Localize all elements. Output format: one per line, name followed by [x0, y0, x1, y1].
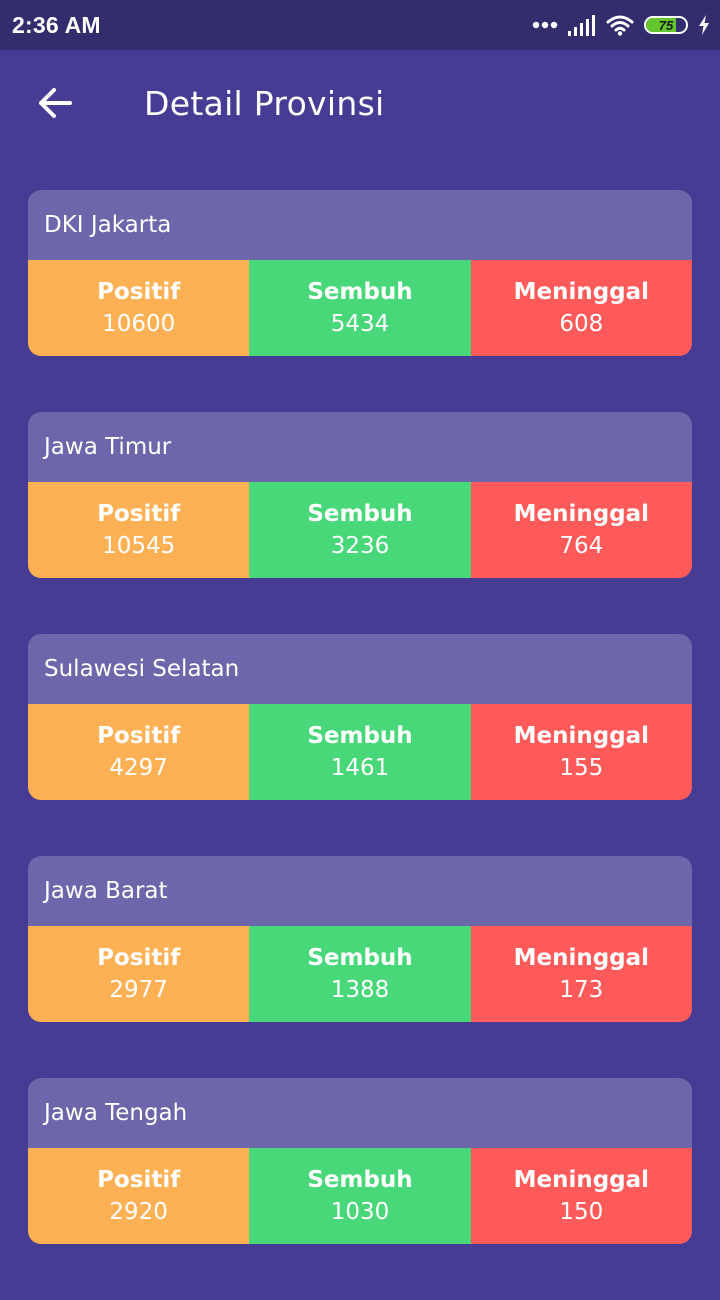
province-list: DKI Jakarta Positif 10600 Sembuh 5434 Me… — [28, 190, 692, 1300]
province-stats: Positif 4297 Sembuh 1461 Meninggal 155 — [28, 704, 692, 800]
stat-value: 155 — [559, 755, 604, 781]
page-title: Detail Provinsi — [144, 84, 385, 123]
stat-label: Meninggal — [513, 1167, 650, 1193]
province-card[interactable]: DKI Jakarta Positif 10600 Sembuh 5434 Me… — [28, 190, 692, 356]
stat-value: 5434 — [330, 311, 390, 337]
province-card[interactable]: Jawa Barat Positif 2977 Sembuh 1388 Meni… — [28, 856, 692, 1022]
stat-value: 764 — [559, 533, 604, 559]
stat-value: 1461 — [330, 755, 390, 781]
stat-value: 1030 — [330, 1199, 390, 1225]
stat-label: Positif — [97, 1167, 181, 1193]
stat-value: 1388 — [330, 977, 390, 1003]
stat-value: 3236 — [330, 533, 390, 559]
province-name: Jawa Timur — [28, 412, 692, 482]
province-name: DKI Jakarta — [28, 190, 692, 260]
stat-sembuh: Sembuh 1461 — [249, 704, 471, 800]
stat-sembuh: Sembuh 1388 — [249, 926, 471, 1022]
stat-positif: Positif 10545 — [28, 482, 250, 578]
status-icons: 75 — [532, 0, 710, 50]
dots-icon — [532, 21, 558, 29]
stat-sembuh: Sembuh 3236 — [249, 482, 471, 578]
province-name: Jawa Barat — [28, 856, 692, 926]
province-name: Sulawesi Selatan — [28, 634, 692, 704]
stat-value: 173 — [559, 977, 604, 1003]
stat-positif: Positif 2977 — [28, 926, 250, 1022]
stat-label: Positif — [97, 723, 181, 749]
province-stats: Positif 2920 Sembuh 1030 Meninggal 150 — [28, 1148, 692, 1244]
province-stats: Positif 10600 Sembuh 5434 Meninggal 608 — [28, 260, 692, 356]
stat-meninggal: Meninggal 764 — [470, 482, 692, 578]
stat-meninggal: Meninggal 608 — [470, 260, 692, 356]
stat-label: Sembuh — [307, 279, 413, 305]
stat-value: 608 — [559, 311, 604, 337]
stat-label: Sembuh — [307, 945, 413, 971]
stat-positif: Positif 2920 — [28, 1148, 250, 1244]
stat-positif: Positif 10600 — [28, 260, 250, 356]
stat-value: 2977 — [109, 977, 168, 1003]
status-time: 2:36 AM — [12, 11, 101, 38]
stat-label: Meninggal — [513, 501, 650, 527]
stat-value: 10600 — [102, 311, 176, 337]
stat-label: Sembuh — [307, 723, 413, 749]
province-card[interactable]: Jawa Timur Positif 10545 Sembuh 3236 Men… — [28, 412, 692, 578]
stat-value: 10545 — [102, 533, 176, 559]
stat-value: 4297 — [109, 755, 168, 781]
stat-positif: Positif 4297 — [28, 704, 250, 800]
wifi-icon — [606, 14, 634, 36]
stat-value: 150 — [559, 1199, 604, 1225]
signal-icon — [568, 14, 596, 36]
stat-label: Meninggal — [513, 723, 650, 749]
back-button[interactable] — [26, 76, 84, 134]
stat-label: Positif — [97, 945, 181, 971]
stat-meninggal: Meninggal 173 — [470, 926, 692, 1022]
stat-label: Meninggal — [513, 279, 650, 305]
province-stats: Positif 10545 Sembuh 3236 Meninggal 764 — [28, 482, 692, 578]
stat-sembuh: Sembuh 5434 — [249, 260, 471, 356]
arrow-left-icon — [37, 87, 73, 123]
status-bar: 2:36 AM 75 — [0, 0, 720, 50]
province-card[interactable]: Jawa Tengah Positif 2920 Sembuh 1030 Men… — [28, 1078, 692, 1244]
stat-meninggal: Meninggal 150 — [470, 1148, 692, 1244]
province-name: Jawa Tengah — [28, 1078, 692, 1148]
stat-meninggal: Meninggal 155 — [470, 704, 692, 800]
charging-icon — [698, 15, 710, 35]
stat-sembuh: Sembuh 1030 — [249, 1148, 471, 1244]
stat-label: Positif — [97, 279, 181, 305]
battery-icon: 75 — [644, 16, 688, 34]
stat-label: Sembuh — [307, 501, 413, 527]
battery-level: 75 — [658, 17, 674, 33]
stat-label: Sembuh — [307, 1167, 413, 1193]
stat-label: Positif — [97, 501, 181, 527]
province-stats: Positif 2977 Sembuh 1388 Meninggal 173 — [28, 926, 692, 1022]
province-card[interactable]: Sulawesi Selatan Positif 4297 Sembuh 146… — [28, 634, 692, 800]
stat-label: Meninggal — [513, 945, 650, 971]
stat-value: 2920 — [109, 1199, 168, 1225]
app-bar: Detail Provinsi — [0, 50, 720, 166]
